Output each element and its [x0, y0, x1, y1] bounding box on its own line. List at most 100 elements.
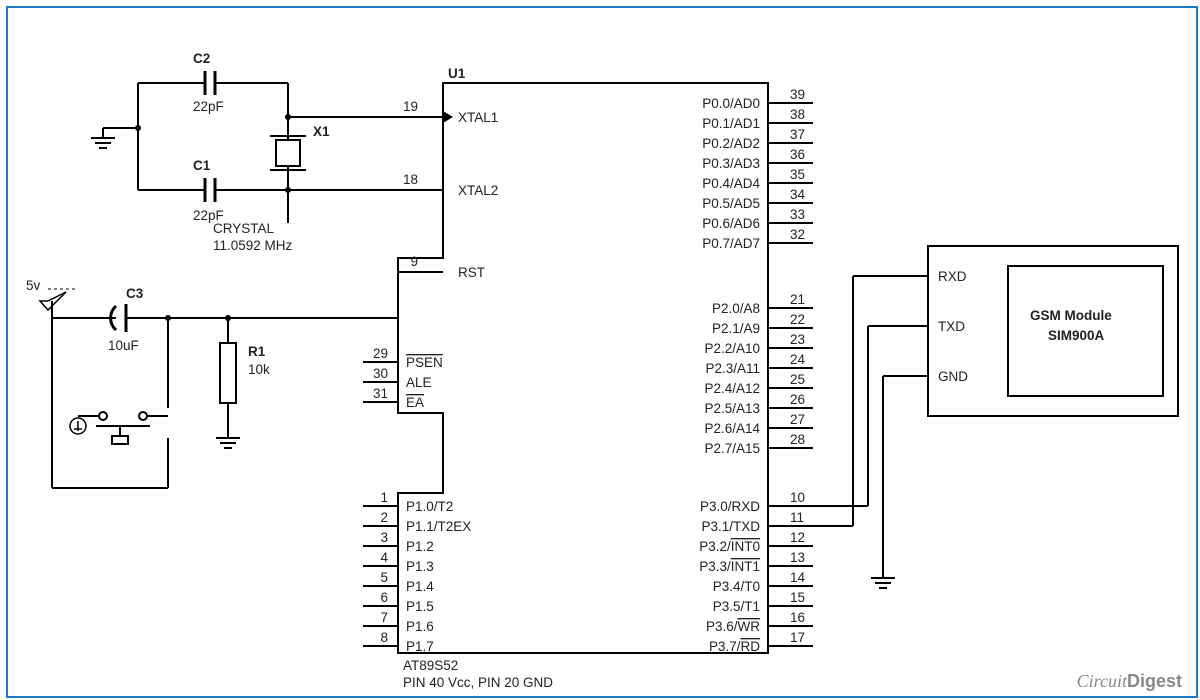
- svg-text:38: 38: [790, 107, 805, 122]
- svg-text:13: 13: [790, 550, 805, 565]
- svg-text:P3.3/INT1: P3.3/INT1: [699, 559, 760, 574]
- svg-text:8: 8: [380, 630, 388, 645]
- svg-text:EA: EA: [406, 395, 424, 410]
- schematic-frame: U1 19 XTAL1 18 XTAL2 9 RST 29 PSEN 30 AL…: [6, 6, 1198, 698]
- svg-text:P0.5/AD5: P0.5/AD5: [702, 196, 760, 211]
- svg-text:P2.6/A14: P2.6/A14: [704, 421, 760, 436]
- svg-text:10k: 10k: [248, 362, 270, 377]
- watermark: CircuitDigest: [1077, 671, 1182, 692]
- svg-text:P1.6: P1.6: [406, 619, 434, 634]
- svg-text:X1: X1: [313, 124, 330, 139]
- svg-text:ALE: ALE: [406, 375, 432, 390]
- svg-text:26: 26: [790, 392, 805, 407]
- mcu-power-note: PIN 40 Vcc, PIN 20 GND: [403, 675, 553, 690]
- svg-text:P2.0/A8: P2.0/A8: [712, 301, 760, 316]
- svg-text:22: 22: [790, 312, 805, 327]
- svg-text:P1.5: P1.5: [406, 599, 434, 614]
- svg-text:RXD: RXD: [938, 269, 967, 284]
- svg-text:39: 39: [790, 87, 805, 102]
- svg-text:2: 2: [380, 510, 388, 525]
- svg-text:34: 34: [790, 187, 806, 202]
- svg-text:P0.6/AD6: P0.6/AD6: [702, 216, 760, 231]
- svg-text:P1.4: P1.4: [406, 579, 434, 594]
- svg-text:10uF: 10uF: [108, 338, 139, 353]
- svg-text:17: 17: [790, 630, 805, 645]
- svg-text:P1.2: P1.2: [406, 539, 434, 554]
- svg-text:C2: C2: [193, 51, 210, 66]
- svg-text:22pF: 22pF: [193, 99, 224, 114]
- gsm-module: GSM Module SIM900A RXD TXD GND: [893, 246, 1178, 416]
- svg-text:P3.0/RXD: P3.0/RXD: [700, 499, 760, 514]
- xtal-network: X1 CRYSTAL 11.0592 MHz C2 22pF C1 22pF: [91, 51, 398, 253]
- svg-text:P0.4/AD4: P0.4/AD4: [702, 176, 760, 191]
- svg-text:14: 14: [790, 570, 806, 585]
- svg-text:3: 3: [380, 530, 388, 545]
- svg-text:P3.7/RD: P3.7/RD: [709, 639, 760, 654]
- svg-text:P1.1/T2EX: P1.1/T2EX: [406, 519, 471, 534]
- mcu-ref: U1: [448, 66, 466, 81]
- svg-text:5v: 5v: [26, 278, 41, 293]
- svg-text:P3.4/T0: P3.4/T0: [713, 579, 760, 594]
- svg-text:RST: RST: [458, 265, 485, 280]
- svg-text:P0.0/AD0: P0.0/AD0: [702, 96, 760, 111]
- svg-text:CRYSTAL: CRYSTAL: [213, 221, 275, 236]
- mcu-part: AT89S52: [403, 658, 458, 673]
- svg-text:36: 36: [790, 147, 805, 162]
- svg-text:30: 30: [373, 366, 388, 381]
- svg-text:31: 31: [373, 386, 388, 401]
- svg-text:7: 7: [380, 610, 388, 625]
- svg-text:P2.5/A13: P2.5/A13: [704, 401, 760, 416]
- svg-text:P2.2/A10: P2.2/A10: [704, 341, 760, 356]
- schematic-svg: U1 19 XTAL1 18 XTAL2 9 RST 29 PSEN 30 AL…: [8, 8, 1196, 696]
- svg-text:P1.3: P1.3: [406, 559, 434, 574]
- svg-text:P2.3/A11: P2.3/A11: [705, 361, 760, 376]
- svg-text:6: 6: [380, 590, 388, 605]
- svg-text:P3.6/WR: P3.6/WR: [706, 619, 760, 634]
- svg-text:SIM900A: SIM900A: [1048, 328, 1105, 343]
- svg-text:P0.3/AD3: P0.3/AD3: [702, 156, 760, 171]
- svg-text:P3.1/TXD: P3.1/TXD: [701, 519, 760, 534]
- svg-text:P3.5/T1: P3.5/T1: [713, 599, 760, 614]
- svg-text:18: 18: [403, 172, 418, 187]
- svg-text:4: 4: [380, 550, 388, 565]
- svg-text:35: 35: [790, 167, 805, 182]
- svg-text:15: 15: [790, 590, 805, 605]
- svg-text:C3: C3: [126, 286, 144, 301]
- svg-text:P3.2/INT0: P3.2/INT0: [699, 539, 760, 554]
- svg-text:XTAL2: XTAL2: [458, 183, 498, 198]
- svg-text:24: 24: [790, 352, 806, 367]
- svg-text:P1.0/T2: P1.0/T2: [406, 499, 453, 514]
- svg-text:9: 9: [410, 254, 418, 269]
- svg-text:XTAL1: XTAL1: [458, 110, 498, 125]
- svg-text:GND: GND: [938, 369, 968, 384]
- svg-text:11: 11: [790, 510, 804, 525]
- uart-wires: [813, 276, 895, 588]
- svg-text:TXD: TXD: [938, 319, 965, 334]
- svg-text:33: 33: [790, 207, 805, 222]
- svg-text:29: 29: [373, 346, 388, 361]
- svg-text:28: 28: [790, 432, 805, 447]
- svg-text:21: 21: [790, 292, 805, 307]
- svg-text:P0.1/AD1: P0.1/AD1: [702, 116, 760, 131]
- svg-text:22pF: 22pF: [193, 208, 224, 223]
- reset-network: 5v C3 10uF R1 10k: [26, 272, 398, 488]
- svg-text:10: 10: [790, 490, 805, 505]
- svg-text:25: 25: [790, 372, 805, 387]
- svg-text:R1: R1: [248, 344, 266, 359]
- svg-text:C1: C1: [193, 158, 211, 173]
- svg-text:27: 27: [790, 412, 805, 427]
- svg-text:16: 16: [790, 610, 805, 625]
- svg-text:PSEN: PSEN: [406, 355, 443, 370]
- svg-text:P2.7/A15: P2.7/A15: [704, 441, 760, 456]
- svg-text:P2.1/A9: P2.1/A9: [712, 321, 760, 336]
- svg-text:5: 5: [380, 570, 388, 585]
- svg-text:11.0592 MHz: 11.0592 MHz: [213, 238, 293, 253]
- svg-text:P1.7: P1.7: [406, 639, 434, 654]
- svg-text:P0.2/AD2: P0.2/AD2: [702, 136, 760, 151]
- svg-text:12: 12: [790, 530, 805, 545]
- svg-text:37: 37: [790, 127, 805, 142]
- svg-text:19: 19: [403, 99, 418, 114]
- svg-text:P2.4/A12: P2.4/A12: [704, 381, 760, 396]
- svg-text:P0.7/AD7: P0.7/AD7: [702, 236, 760, 251]
- svg-text:GSM Module: GSM Module: [1030, 308, 1112, 323]
